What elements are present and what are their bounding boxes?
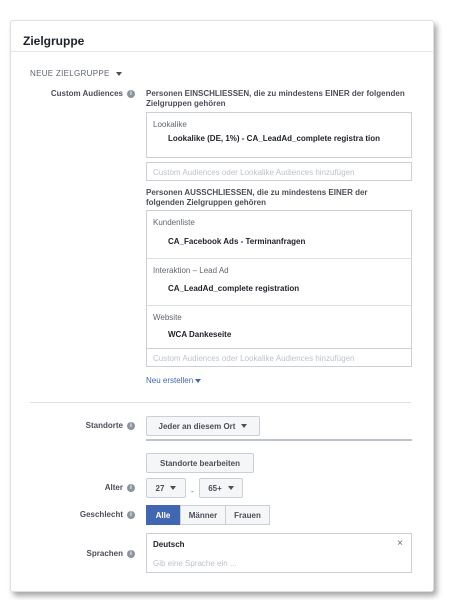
create-new-link[interactable]: Neu erstellen: [146, 376, 202, 385]
section-title: Kundenliste: [153, 218, 195, 227]
exclude-section-interaktion: Interaktion – Lead Ad CA_LeadAd_complete…: [147, 259, 411, 306]
chevron-down-icon: [195, 378, 202, 383]
create-new-label: Neu erstellen: [146, 376, 194, 385]
include-description: Personen EINSCHLIESSEN, die zu mindesten…: [146, 89, 405, 108]
section-title: Lookalike: [153, 120, 187, 129]
geschlecht-label-row: Geschlecht i: [25, 510, 135, 519]
audience-card: Zielgruppe NEUE ZIELGRUPPE Custom Audien…: [10, 20, 434, 592]
geschlecht-label: Geschlecht: [79, 510, 123, 519]
gender-option-men[interactable]: Männer: [180, 505, 226, 525]
custom-audiences-label: Custom Audiences: [50, 89, 123, 98]
audience-item[interactable]: CA_LeadAd_complete registration: [168, 284, 299, 294]
location-divider: [146, 439, 412, 441]
location-scope-label: Jeder an diesem Ort: [158, 421, 236, 431]
gender-option-all[interactable]: Alle: [146, 505, 180, 525]
gender-option-women[interactable]: Frauen: [225, 505, 270, 525]
language-selector: Deutsch × Gib eine Sprache ein ...: [146, 533, 412, 573]
chevron-down-icon: [115, 71, 122, 76]
audience-item[interactable]: Lookalike (DE, 1%) - CA_LeadAd_complete …: [168, 134, 398, 144]
new-audience-dropdown[interactable]: NEUE ZIELGRUPPE: [30, 69, 122, 78]
exclude-audience-box: Kundenliste CA_Facebook Ads - Terminanfr…: [146, 210, 412, 349]
exclude-section-kundenliste: Kundenliste CA_Facebook Ads - Terminanfr…: [147, 211, 411, 259]
location-scope-dropdown[interactable]: Jeder an diesem Ort: [146, 416, 260, 436]
chevron-down-icon: [170, 486, 177, 490]
custom-audiences-label-row: Custom Audiences i: [25, 89, 135, 98]
exclude-audience-input[interactable]: Custom Audiences oder Lookalike Audience…: [146, 348, 412, 367]
language-input[interactable]: Gib eine Sprache ein ...: [153, 559, 237, 568]
info-icon[interactable]: i: [127, 421, 135, 430]
chevron-down-icon: [227, 486, 234, 490]
age-min-dropdown[interactable]: 27: [146, 478, 186, 498]
age-min-value: 27: [155, 483, 165, 493]
exclude-description: Personen AUSSCHLIESSEN, die zu mindesten…: [146, 188, 368, 207]
edit-locations-button[interactable]: Standorte bearbeiten: [146, 453, 254, 473]
info-icon[interactable]: i: [127, 549, 135, 558]
standorte-label: Standorte: [85, 421, 123, 430]
include-audience-input[interactable]: Custom Audiences oder Lookalike Audience…: [146, 162, 412, 181]
info-icon[interactable]: i: [127, 89, 135, 98]
standorte-label-row: Standorte i: [25, 421, 135, 430]
include-section-lookalike: Lookalike Lookalike (DE, 1%) - CA_LeadAd…: [147, 113, 411, 157]
remove-language-icon[interactable]: ×: [397, 538, 403, 549]
language-tag: Deutsch: [153, 540, 185, 549]
age-range-dash: -: [191, 487, 194, 496]
include-audience-box: Lookalike Lookalike (DE, 1%) - CA_LeadAd…: [146, 112, 412, 158]
alter-label: Alter: [104, 483, 123, 492]
chevron-down-icon: [241, 424, 248, 428]
alter-label-row: Alter i: [25, 483, 135, 492]
age-max-value: 65+: [208, 483, 222, 493]
sprachen-label: Sprachen: [86, 549, 123, 558]
card-header: Zielgruppe: [11, 21, 433, 52]
new-audience-label: NEUE ZIELGRUPPE: [30, 69, 110, 78]
section-divider: [30, 402, 411, 403]
section-title: Website: [153, 313, 182, 322]
info-icon[interactable]: i: [127, 483, 135, 492]
age-max-dropdown[interactable]: 65+: [199, 478, 243, 498]
sprachen-label-row: Sprachen i: [25, 549, 135, 558]
audience-item[interactable]: WCA Dankeseite: [168, 330, 231, 340]
info-icon[interactable]: i: [127, 510, 135, 519]
exclude-section-website: Website WCA Dankeseite: [147, 306, 411, 348]
card-title: Zielgruppe: [23, 34, 85, 48]
audience-item[interactable]: CA_Facebook Ads - Terminanfragen: [168, 237, 305, 247]
section-title: Interaktion – Lead Ad: [153, 266, 229, 275]
